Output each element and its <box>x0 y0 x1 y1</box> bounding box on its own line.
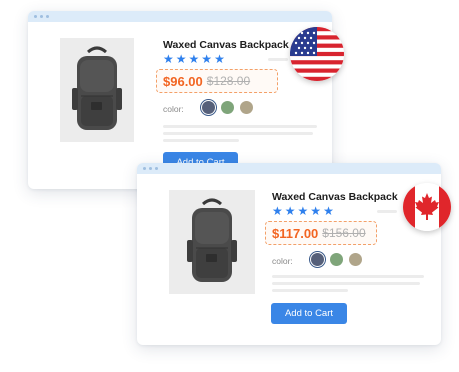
description-line <box>163 132 313 135</box>
product-image[interactable] <box>60 38 134 142</box>
color-label: color: <box>272 256 293 266</box>
star-icon: ★ <box>163 52 174 66</box>
window-dot <box>40 15 43 18</box>
description-line <box>163 125 317 128</box>
color-swatch-khaki[interactable] <box>349 253 362 266</box>
canada-flag-icon <box>403 183 451 231</box>
description-line <box>272 289 348 292</box>
product-card-ca: Waxed Canvas Backpack ★ ★ ★ ★ ★ $117.00 … <box>137 163 451 345</box>
star-icon: ★ <box>214 52 225 66</box>
window-dot <box>149 167 152 170</box>
backpack-icon <box>60 38 134 142</box>
window-title-bar <box>28 11 332 22</box>
window-dot <box>143 167 146 170</box>
sale-price: $117.00 <box>272 225 319 241</box>
star-icon: ★ <box>310 204 322 218</box>
backpack-icon <box>169 190 255 294</box>
description-line <box>272 275 424 278</box>
window-dot <box>46 15 49 18</box>
color-label: color: <box>163 104 184 114</box>
product-title[interactable]: Waxed Canvas Backpack <box>163 39 289 51</box>
color-swatch-khaki[interactable] <box>240 101 253 114</box>
add-to-cart-button[interactable]: Add to Cart <box>271 303 347 324</box>
description-line <box>163 139 239 142</box>
color-swatch-slate[interactable] <box>311 253 324 266</box>
window-title-bar <box>137 163 441 174</box>
window-dot <box>34 15 37 18</box>
description-line <box>272 282 420 285</box>
color-swatch-slate[interactable] <box>202 101 215 114</box>
price-box: $96.00 $128.00 <box>156 69 278 93</box>
sale-price: $96.00 <box>163 73 203 89</box>
star-icon: ★ <box>188 52 200 66</box>
placeholder-line <box>268 58 288 61</box>
color-swatch-green[interactable] <box>330 253 343 266</box>
rating-stars: ★ ★ ★ ★ ★ <box>272 205 334 217</box>
rating-stars: ★ ★ ★ ★ ★ <box>163 53 225 65</box>
original-price: $128.00 <box>206 74 251 88</box>
star-icon: ★ <box>175 52 187 66</box>
original-price: $156.00 <box>322 226 366 240</box>
window-dot <box>155 167 158 170</box>
product-image[interactable] <box>169 190 255 294</box>
star-icon: ★ <box>297 204 309 218</box>
star-icon: ★ <box>201 52 213 66</box>
price-box: $117.00 $156.00 <box>265 221 377 245</box>
star-icon: ★ <box>272 204 283 218</box>
placeholder-line <box>377 210 397 213</box>
color-swatch-green[interactable] <box>221 101 234 114</box>
star-icon: ★ <box>284 204 296 218</box>
us-flag-icon <box>290 27 344 81</box>
star-icon: ★ <box>323 204 334 218</box>
product-title[interactable]: Waxed Canvas Backpack <box>272 191 398 203</box>
